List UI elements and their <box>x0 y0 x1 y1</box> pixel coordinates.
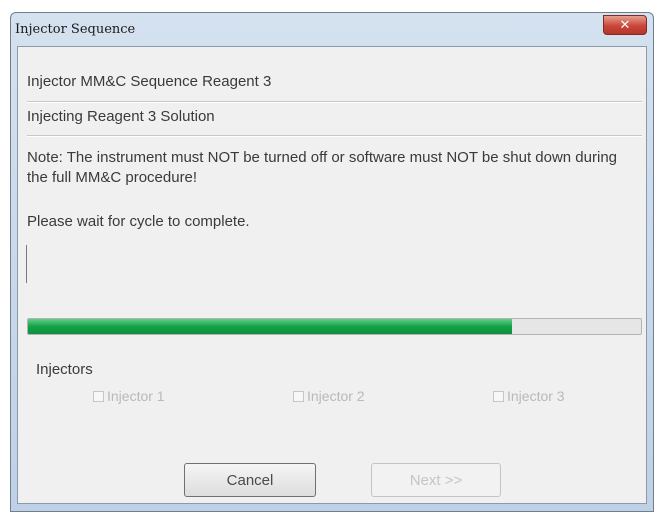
injector-2-label: Injector 2 <box>307 388 365 404</box>
text-cursor <box>26 245 27 283</box>
cancel-button-label: Cancel <box>226 471 274 489</box>
injector-1-checkbox[interactable]: Injector 1 <box>93 388 165 404</box>
divider <box>27 135 642 137</box>
progress-bar <box>27 318 642 335</box>
sequence-title: Injector MM&C Sequence Reagent 3 <box>27 73 272 90</box>
cancel-button[interactable]: Cancel <box>184 463 316 497</box>
injector-2-checkbox[interactable]: Injector 2 <box>293 388 365 404</box>
injector-3-label: Injector 3 <box>507 388 565 404</box>
injector-3-checkbox[interactable]: Injector 3 <box>493 388 565 404</box>
window-title: Injector Sequence <box>15 22 136 37</box>
warning-note: Note: The instrument must NOT be turned … <box>27 149 618 186</box>
close-icon: ✕ <box>619 17 631 32</box>
injector-1-label: Injector 1 <box>107 388 165 404</box>
next-button-label: Next >> <box>409 471 463 489</box>
title-bar[interactable]: Injector Sequence ✕ <box>11 13 653 47</box>
status-text: Injecting Reagent 3 Solution <box>27 108 215 125</box>
checkbox-box[interactable] <box>493 390 504 402</box>
next-button[interactable]: Next >> <box>371 463 501 497</box>
checkbox-box[interactable] <box>293 390 304 402</box>
divider <box>27 101 642 103</box>
wait-message: Please wait for cycle to complete. <box>27 213 250 230</box>
close-button[interactable]: ✕ <box>603 15 647 35</box>
checkbox-box[interactable] <box>93 390 104 402</box>
progress-fill <box>28 319 513 334</box>
injectors-group-label: Injectors <box>36 361 93 378</box>
